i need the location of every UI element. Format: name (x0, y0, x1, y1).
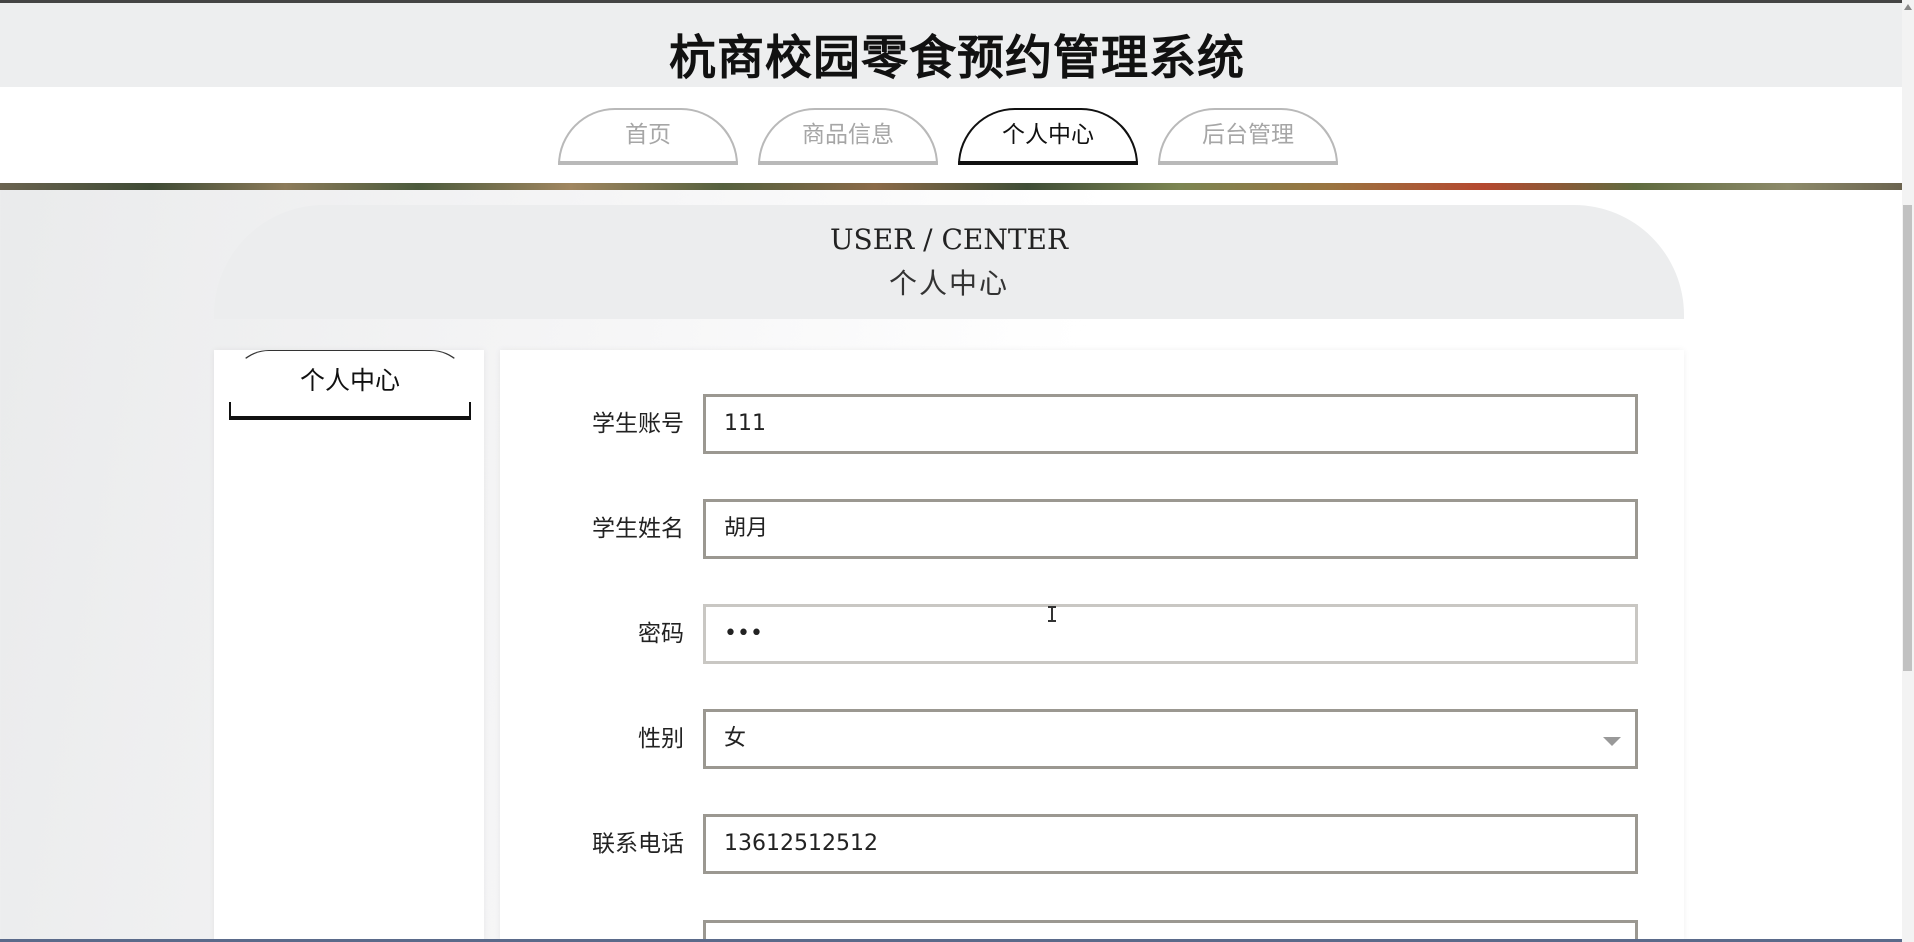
banner-photo-strip (0, 183, 1902, 190)
banner-title-zh: 个人中心 (888, 267, 1009, 300)
sidebar: 个人中心 (214, 350, 484, 942)
form-row-gender: 性别 女 (500, 709, 1684, 769)
form-row-phone: 联系电话 13612512512 (500, 814, 1684, 874)
nav-tab-products[interactable]: 商品信息 (758, 108, 938, 165)
phone-field[interactable]: 13612512512 (703, 814, 1638, 874)
scroll-up-icon[interactable] (1904, 4, 1912, 10)
name-field[interactable]: 胡月 (703, 499, 1638, 559)
password-field[interactable]: ••• (703, 604, 1638, 664)
form-row-password: 密码 ••• (500, 604, 1684, 664)
nav-tab-home[interactable]: 首页 (558, 108, 738, 165)
site-title: 杭商校园零食预约管理系统 (669, 31, 1245, 86)
name-label: 学生姓名 (592, 516, 684, 542)
banner-title-en: USER / CENTER (829, 223, 1069, 256)
section-banner: USER / CENTER 个人中心 (214, 205, 1684, 319)
text-cursor-icon (1048, 606, 1056, 622)
vertical-scrollbar[interactable] (1902, 0, 1914, 942)
main-nav: 首页 商品信息 个人中心 后台管理 (0, 87, 1902, 183)
phone-label: 联系电话 (592, 831, 684, 857)
chevron-down-icon[interactable] (1603, 737, 1621, 746)
form-row-account: 学生账号 111 (500, 394, 1684, 454)
nav-tab-admin[interactable]: 后台管理 (1158, 108, 1338, 165)
gender-select-value: 女 (724, 726, 747, 751)
gender-label: 性别 (638, 726, 684, 752)
nav-tab-user-center[interactable]: 个人中心 (958, 108, 1138, 165)
account-field[interactable]: 111 (703, 394, 1638, 454)
form-row-name: 学生姓名 胡月 (500, 499, 1684, 559)
password-label: 密码 (638, 621, 684, 647)
profile-form: 学生账号 111 学生姓名 胡月 密码 ••• 性别 女 联系电话 136125… (500, 350, 1684, 942)
sidebar-item-user-center[interactable]: 个人中心 (229, 350, 471, 420)
scrollbar-thumb[interactable] (1903, 205, 1912, 671)
gender-select[interactable]: 女 (703, 709, 1638, 769)
site-header: 杭商校园零食预约管理系统 (0, 3, 1914, 87)
account-label: 学生账号 (592, 411, 684, 437)
